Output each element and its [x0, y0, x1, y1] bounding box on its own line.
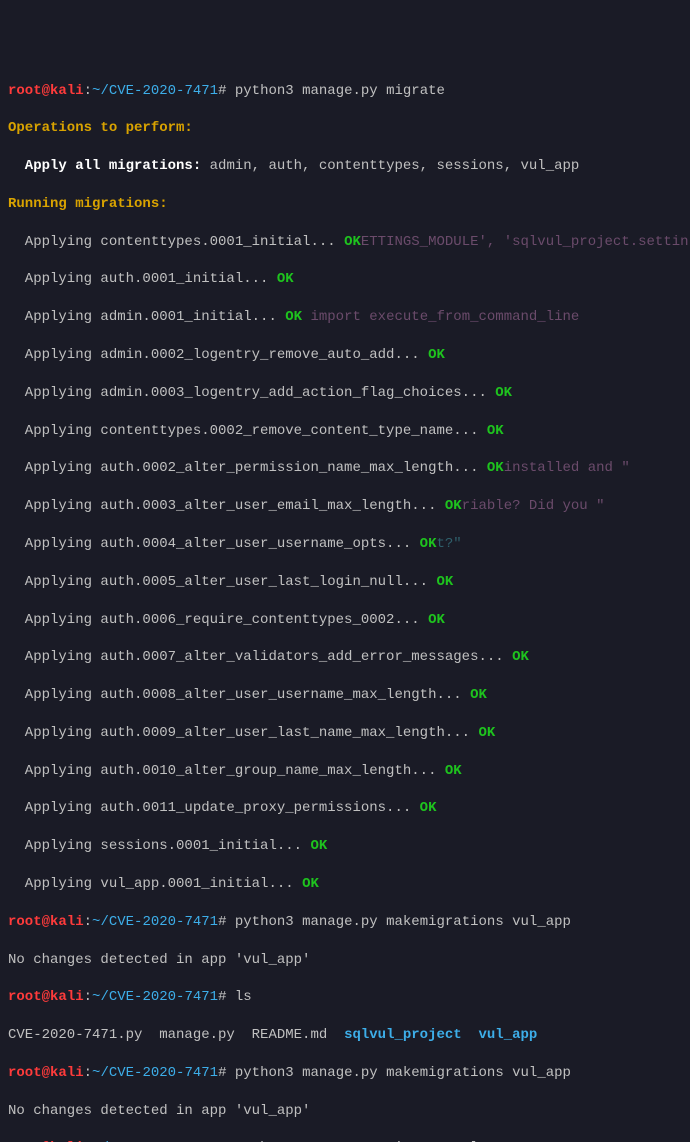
migration-line: Applying contenttypes.0001_initial... OK… [8, 233, 682, 252]
migration-line: Applying auth.0008_alter_user_username_m… [8, 686, 682, 705]
migration-line: Applying auth.0011_update_proxy_permissi… [8, 799, 682, 818]
at-sign: @ [42, 83, 50, 99]
prompt-line-4[interactable]: root@kali:~/CVE-2020-7471# python3 manag… [8, 1064, 682, 1083]
path: /CVE-2020-7471 [100, 83, 218, 99]
migration-line: Applying auth.0007_alter_validators_add_… [8, 648, 682, 667]
migration-line: Applying auth.0005_alter_user_last_login… [8, 573, 682, 592]
heading-apply-all-1: Apply all migrations: admin, auth, conte… [8, 157, 682, 176]
prompt-line-1[interactable]: root@kali:~/CVE-2020-7471# python3 manag… [8, 82, 682, 101]
user: root [8, 83, 42, 99]
dir-vulapp: vul_app [479, 1027, 538, 1043]
ok-badge: OK [436, 574, 453, 590]
ok-badge: OK [445, 498, 462, 514]
dir-sqlvul: sqlvul_project [344, 1027, 462, 1043]
ok-badge: OK [285, 309, 302, 325]
ok-badge: OK [344, 234, 361, 250]
host: kali [50, 83, 84, 99]
command-ls: ls [235, 989, 252, 1005]
ok-badge: OK [470, 687, 487, 703]
ghost-text: execute_from_command_line [369, 309, 579, 325]
ls-output: CVE-2020-7471.py manage.py README.md sql… [8, 1026, 682, 1045]
ghost-text: installed and " [504, 460, 630, 476]
migration-line: Applying auth.0006_require_contenttypes_… [8, 611, 682, 630]
ok-badge: OK [512, 649, 529, 665]
migration-line: Applying sessions.0001_initial... OK [8, 837, 682, 856]
command-makemigrations-2: python3 manage.py makemigrations vul_app [235, 1065, 571, 1081]
ok-badge: OK [310, 838, 327, 854]
heading-ops-1: Operations to perform: [8, 119, 682, 138]
ok-badge: OK [428, 347, 445, 363]
ok-badge: OK [445, 763, 462, 779]
ok-badge: OK [302, 876, 319, 892]
ok-badge: OK [495, 385, 512, 401]
migration-line: Applying auth.0004_alter_user_username_o… [8, 535, 682, 554]
migration-line: Applying contenttypes.0002_remove_conten… [8, 422, 682, 441]
ghost-text: ETTINGS_MODULE', 'sqlvul_project.settin [361, 234, 689, 250]
prompt-line-5[interactable]: root@kali:~/CVE-2020-7471# python3 manag… [8, 1139, 682, 1142]
ok-badge: OK [487, 423, 504, 439]
ghost-text: t?" [436, 536, 461, 552]
ok-badge: OK [420, 536, 437, 552]
ok-badge: OK [420, 800, 437, 816]
migration-line: Applying vul_app.0001_initial... OK [8, 875, 682, 894]
migration-line: Applying auth.0009_alter_user_last_name_… [8, 724, 682, 743]
migration-line: Applying auth.0002_alter_permission_name… [8, 459, 682, 478]
migration-line: Applying auth.0010_alter_group_name_max_… [8, 762, 682, 781]
ghost-text: riable? Did you " [462, 498, 605, 514]
no-changes-msg-2: No changes detected in app 'vul_app' [8, 1102, 682, 1121]
migration-line: Applying auth.0003_alter_user_email_max_… [8, 497, 682, 516]
migration-line: Applying admin.0001_initial... OK import… [8, 308, 682, 327]
ok-badge: OK [277, 271, 294, 287]
migration-line: Applying admin.0003_logentry_add_action_… [8, 384, 682, 403]
migration-line: Applying admin.0002_logentry_remove_auto… [8, 346, 682, 365]
colon: : [84, 83, 92, 99]
ghost-text: import [302, 309, 369, 325]
no-changes-msg: No changes detected in app 'vul_app' [8, 951, 682, 970]
command-migrate-app: python3 manage.py migrate vul_app [235, 1140, 512, 1142]
command-makemigrations: python3 manage.py makemigrations vul_app [235, 914, 571, 930]
prompt-line-3[interactable]: root@kali:~/CVE-2020-7471# ls [8, 988, 682, 1007]
command-migrate: python3 manage.py migrate [235, 83, 445, 99]
prompt-line-2[interactable]: root@kali:~/CVE-2020-7471# python3 manag… [8, 913, 682, 932]
ok-badge: OK [487, 460, 504, 476]
ok-badge: OK [478, 725, 495, 741]
heading-running-1: Running migrations: [8, 195, 682, 214]
ok-badge: OK [428, 612, 445, 628]
migration-line: Applying auth.0001_initial... OK [8, 270, 682, 289]
hash: # [218, 83, 235, 99]
